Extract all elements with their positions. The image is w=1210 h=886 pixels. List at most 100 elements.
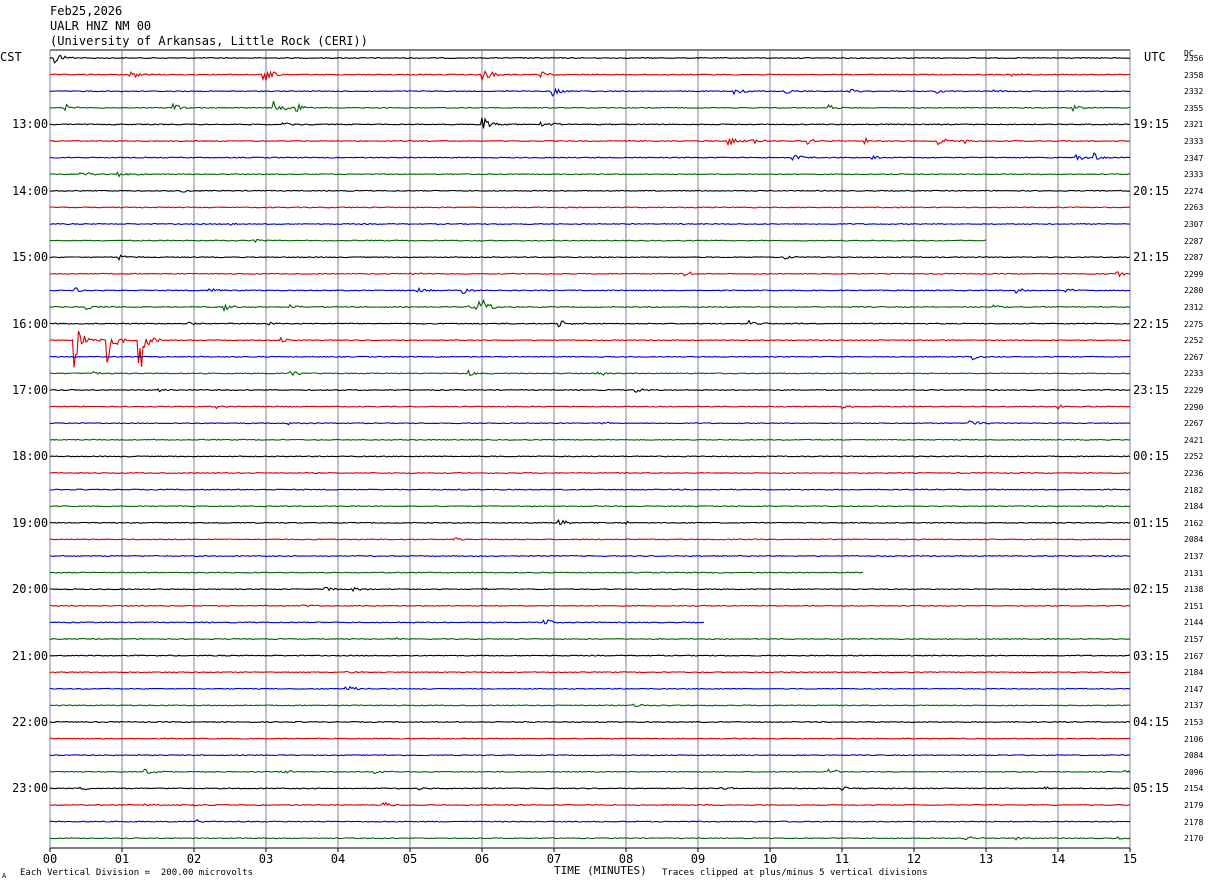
x-tick-label: 06	[475, 852, 489, 866]
left-hour-label: 20:00	[12, 582, 49, 597]
right-hour-label: 02:15	[1133, 582, 1170, 597]
seismic-traces	[49, 54, 1131, 841]
trace-line	[49, 801, 1131, 808]
dc-value: 2151	[1184, 601, 1204, 611]
trace-line	[49, 504, 1131, 508]
dc-value: 2356	[1184, 54, 1204, 63]
x-tick-label: 02	[187, 852, 201, 866]
dc-value: 2178	[1184, 817, 1204, 827]
trace-line	[49, 571, 864, 574]
left-hour-label: 13:00	[12, 117, 49, 132]
dc-value: 2307	[1184, 220, 1204, 229]
right-hour-label: 19:15	[1133, 117, 1170, 132]
trace-line	[50, 586, 1131, 592]
trace-line	[49, 619, 705, 625]
trace-line	[49, 152, 1131, 161]
dc-value: 2332	[1184, 87, 1204, 97]
dc-value: 2157	[1184, 635, 1204, 644]
trace-line	[49, 835, 1131, 841]
trace-line	[49, 703, 1131, 707]
dc-value: 2333	[1184, 137, 1204, 146]
x-tick-label: 04	[331, 852, 345, 866]
dc-value: 2084	[1184, 535, 1204, 545]
trace-line	[49, 87, 1131, 97]
x-tick-label: 09	[691, 852, 705, 866]
right-hour-label: 03:15	[1133, 648, 1170, 663]
trace-line	[49, 471, 1131, 475]
dc-value: 2252	[1184, 452, 1204, 462]
dc-value: 2106	[1184, 734, 1204, 744]
trace-line	[49, 720, 1131, 724]
trace-line	[49, 604, 1131, 608]
trace-line	[49, 670, 1131, 674]
left-hour-label: 14:00	[12, 183, 49, 198]
trace-line	[49, 768, 1131, 775]
x-tick-label: 01	[115, 852, 129, 866]
dc-value: 2299	[1184, 269, 1204, 279]
trace-line	[50, 369, 1131, 377]
dc-value: 2229	[1184, 386, 1204, 395]
trace-line	[49, 438, 1131, 441]
x-axis-title: TIME (MINUTES)	[554, 864, 647, 877]
dc-value: 2333	[1184, 170, 1204, 180]
dc-value: 2137	[1184, 701, 1204, 711]
right-hour-label: 01:15	[1133, 515, 1170, 530]
trace-line	[49, 518, 1131, 526]
trace-line	[49, 319, 1131, 328]
right-timezone-label: UTC	[1144, 50, 1166, 64]
trace-line	[49, 298, 1131, 313]
left-hour-label: 17:00	[12, 383, 49, 397]
dc-value: 2347	[1184, 153, 1204, 163]
trace-line	[49, 69, 1131, 82]
dc-value: 2287	[1184, 253, 1204, 263]
dc-value: 2267	[1184, 352, 1204, 362]
trace-line	[49, 455, 1131, 458]
trace-line	[49, 819, 1131, 823]
right-hour-label: 04:15	[1133, 715, 1170, 729]
dc-value: 2290	[1184, 402, 1204, 412]
dc-value: 2280	[1184, 286, 1204, 296]
institution-label: (University of Arkansas, Little Rock (CE…	[50, 34, 368, 48]
trace-line	[49, 54, 1131, 64]
trace-line	[50, 737, 1131, 740]
trace-line	[49, 117, 1130, 129]
x-tick-label: 10	[763, 852, 777, 866]
dc-value: 2321	[1184, 120, 1204, 130]
left-hour-label: 18:00	[12, 449, 49, 464]
date-label: Feb25,2026	[50, 4, 123, 18]
dc-value: 2084	[1184, 751, 1204, 761]
dc-value: 2421	[1184, 435, 1204, 445]
dc-value: 2179	[1184, 801, 1204, 810]
left-hour-label: 22:00	[12, 715, 49, 729]
time-grid	[49, 49, 1131, 849]
x-tick-label: 12	[907, 852, 921, 866]
trace-line	[49, 136, 1131, 147]
trace-line	[49, 488, 1131, 491]
left-hour-label: 19:00	[12, 515, 49, 530]
x-tick-label: 11	[835, 852, 849, 866]
dc-value: 2358	[1184, 70, 1204, 80]
trace-line	[49, 420, 1131, 426]
trace-line	[49, 189, 1131, 193]
corner-mark: A	[2, 872, 7, 880]
trace-line	[49, 404, 1131, 411]
dc-value: 2137	[1184, 552, 1204, 561]
dc-value: 2355	[1184, 103, 1204, 113]
dc-value: 2252	[1184, 336, 1204, 346]
trace-line	[49, 330, 1131, 368]
dc-value: 2144	[1184, 618, 1204, 628]
dc-value: 2096	[1184, 767, 1204, 777]
dc-value: 2182	[1184, 485, 1204, 495]
left-hour-label: 16:00	[12, 316, 49, 331]
dc-value: 2138	[1184, 585, 1204, 595]
x-tick-label: 13	[979, 852, 993, 866]
vertical-division-note: Each Vertical Division = 200.00 microvol…	[20, 868, 253, 878]
dc-value: 2274	[1184, 186, 1204, 196]
right-hour-label: 20:15	[1133, 183, 1170, 198]
trace-line	[49, 222, 1131, 226]
trace-line	[49, 786, 1131, 791]
left-hour-label: 21:00	[12, 648, 49, 663]
dc-value: 2184	[1184, 668, 1204, 678]
dc-value: 2233	[1184, 369, 1204, 379]
x-tick-label: 15	[1123, 852, 1137, 866]
